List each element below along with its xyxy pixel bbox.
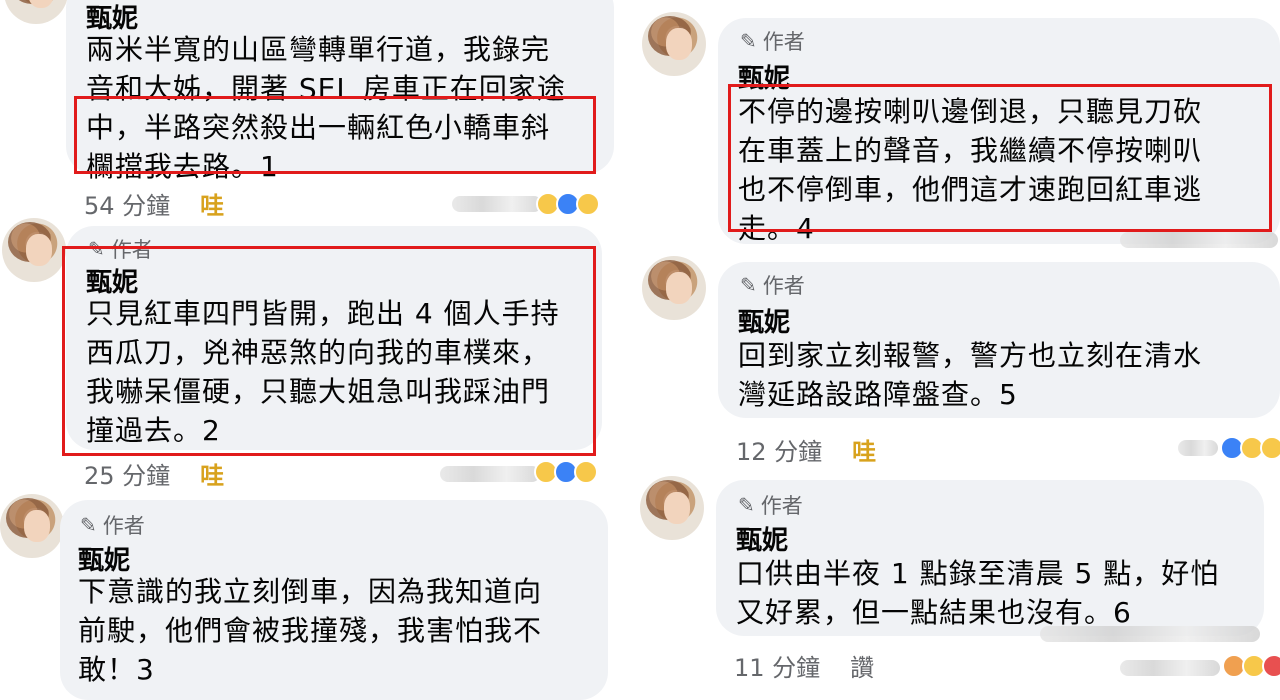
comment-text: 下意識的我立刻倒車，因為我知道向 前駛，他們會被我撞殘，我害怕我不 敢！3 <box>78 575 543 686</box>
highlight-box <box>728 84 1272 232</box>
comment-text: 口供由半夜 1 點錄至清晨 5 點，好怕 又好累，但一點結果也沒有。6 <box>736 557 1220 629</box>
reaction-icons[interactable] <box>1220 436 1280 460</box>
comment-timestamp[interactable]: 11 分鐘 <box>734 648 820 683</box>
highlight-box <box>62 246 596 456</box>
avatar[interactable] <box>640 476 704 540</box>
comment-timestamp[interactable]: 54 分鐘 <box>84 186 170 221</box>
reaction-label[interactable]: 哇 <box>200 186 224 221</box>
comment-timestamp[interactable]: 12 分鐘 <box>736 432 822 467</box>
pencil-icon: ✎ <box>738 493 755 517</box>
blurred-reactions <box>452 196 542 212</box>
reaction-icons[interactable] <box>534 460 598 484</box>
reaction-icons[interactable] <box>536 192 600 216</box>
comment-author-name[interactable]: 甄妮 <box>736 520 788 557</box>
blurred-reactions <box>1178 440 1218 456</box>
reaction-label[interactable]: 哇 <box>200 456 224 491</box>
comment-meta: 25 分鐘 哇 <box>84 456 224 491</box>
author-badge: ✎ 作者 <box>740 29 805 54</box>
like-button[interactable]: 讚 <box>850 648 874 683</box>
pencil-icon: ✎ <box>740 273 757 297</box>
reaction-icons[interactable] <box>1222 654 1280 678</box>
author-badge: ✎ 作者 <box>738 493 803 518</box>
author-badge: ✎ 作者 <box>80 513 145 538</box>
highlight-box <box>74 96 596 174</box>
comment-meta: 54 分鐘 哇 <box>84 186 224 221</box>
comment-text: 回到家立刻報警，警方也立刻在清水 灣延路設路障盤查。5 <box>738 339 1203 411</box>
author-badge: ✎ 作者 <box>740 273 805 298</box>
pencil-icon: ✎ <box>740 29 757 53</box>
blurred-watermark <box>1040 626 1260 642</box>
comment-timestamp[interactable]: 25 分鐘 <box>84 456 170 491</box>
blurred-reactions <box>1120 232 1278 248</box>
avatar[interactable] <box>4 0 68 24</box>
avatar[interactable] <box>642 12 706 76</box>
comment-meta: 11 分鐘 讚 <box>734 648 874 683</box>
avatar[interactable] <box>0 494 64 558</box>
blurred-reactions <box>1120 660 1220 676</box>
pencil-icon: ✎ <box>80 513 97 537</box>
reaction-label[interactable]: 哇 <box>852 432 876 467</box>
avatar[interactable] <box>2 218 66 282</box>
comment-author-name[interactable]: 甄妮 <box>738 302 790 339</box>
blurred-reactions <box>440 466 540 482</box>
avatar[interactable] <box>642 256 706 320</box>
comment-meta: 12 分鐘 哇 <box>736 432 876 467</box>
